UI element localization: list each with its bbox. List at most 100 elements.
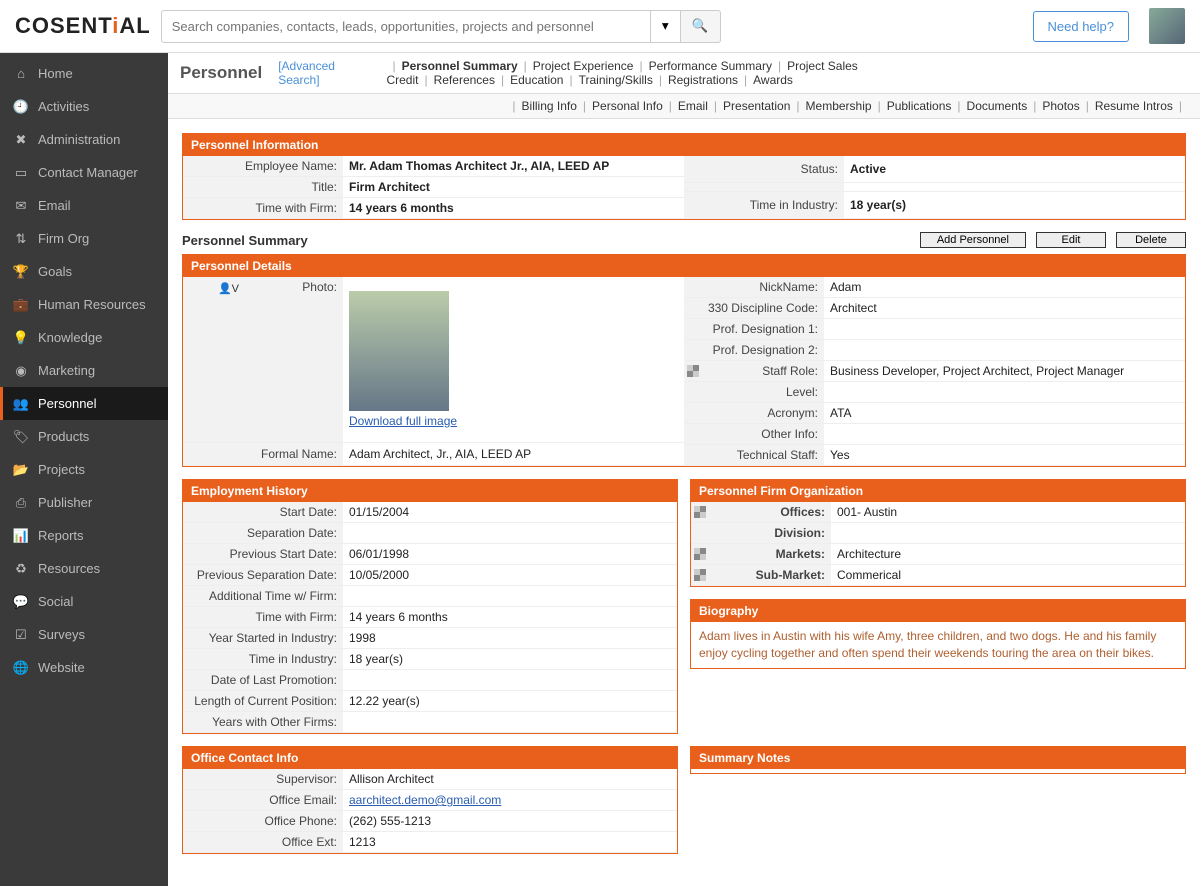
tab-performance-summary[interactable]: Performance Summary [649, 59, 772, 73]
user-avatar[interactable] [1149, 8, 1185, 44]
field-value [343, 586, 677, 607]
nav-icon: 🕘 [14, 100, 28, 114]
sidebar-item-activities[interactable]: 🕘Activities [0, 90, 168, 123]
tab-education[interactable]: Education [510, 73, 563, 87]
nav-icon: 🏆 [14, 265, 28, 279]
search-button[interactable]: 🔍 [681, 10, 721, 43]
field-value: 06/01/1998 [343, 544, 677, 565]
tab-photos[interactable]: Photos [1042, 99, 1079, 113]
field-value [343, 523, 677, 544]
tab-publications[interactable]: Publications [887, 99, 952, 113]
field-label: Start Date: [183, 502, 343, 523]
field-label: Office Phone: [183, 811, 343, 832]
tab-membership[interactable]: Membership [806, 99, 872, 113]
sidebar-item-reports[interactable]: 📊Reports [0, 519, 168, 552]
field-label: Supervisor: [183, 769, 343, 790]
grid-icon[interactable] [694, 548, 706, 560]
sidebar-item-human-resources[interactable]: 💼Human Resources [0, 288, 168, 321]
sidebar-item-projects[interactable]: 📂Projects [0, 453, 168, 486]
value-nickname: Adam [824, 277, 1185, 298]
sidebar-item-resources[interactable]: ♻Resources [0, 552, 168, 585]
sidebar-item-personnel[interactable]: 👥Personnel [0, 387, 168, 420]
panel-personnel-information: Personnel Information Employee Name:Mr. … [182, 133, 1186, 220]
nav-icon: ▭ [14, 166, 28, 180]
panel-heading: Employment History [183, 480, 677, 502]
grid-icon[interactable] [687, 365, 699, 377]
sidebar-item-marketing[interactable]: ◉Marketing [0, 354, 168, 387]
sidebar-item-social[interactable]: 💬Social [0, 585, 168, 618]
nav-icon: ♻ [14, 562, 28, 576]
tab-registrations[interactable]: Registrations [668, 73, 738, 87]
sidebar-item-knowledge[interactable]: 💡Knowledge [0, 321, 168, 354]
field-label: Year Started in Industry: [183, 628, 343, 649]
sidebar-item-label: Home [38, 66, 73, 81]
label-formal-name: Formal Name: [183, 442, 343, 465]
add-personnel-button[interactable]: Add Personnel [920, 232, 1026, 248]
delete-button[interactable]: Delete [1116, 232, 1186, 248]
sidebar-item-label: Contact Manager [38, 165, 138, 180]
nav-icon: 📊 [14, 529, 28, 543]
need-help-button[interactable]: Need help? [1033, 11, 1130, 42]
label-time-in-industry: Time in Industry: [684, 191, 844, 218]
field-value: (262) 555-1213 [343, 811, 677, 832]
field-label: Office Email: [183, 790, 343, 811]
panel-heading: Biography [691, 600, 1185, 622]
value-time-in-industry: 18 year(s) [850, 198, 906, 212]
tab-presentation[interactable]: Presentation [723, 99, 790, 113]
vcard-icon[interactable]: 👤V [216, 280, 241, 297]
sidebar-item-contact-manager[interactable]: ▭ Contact Manager [0, 156, 168, 189]
sidebar-item-administration[interactable]: ✖Administration [0, 123, 168, 156]
sidebar-item-email[interactable]: ✉Email [0, 189, 168, 222]
search-dropdown-caret[interactable]: ▾ [651, 10, 681, 43]
tab-personal-info[interactable]: Personal Info [592, 99, 663, 113]
tab-project-experience[interactable]: Project Experience [533, 59, 634, 73]
tab-billing-info[interactable]: Billing Info [522, 99, 577, 113]
panel-heading: Summary Notes [691, 747, 1185, 769]
sidebar-item-publisher[interactable]: ⎙ Publisher [0, 486, 168, 519]
panel-firm-organization: Personnel Firm Organization Offices:001-… [690, 479, 1186, 587]
tab-awards[interactable]: Awards [753, 73, 793, 87]
sidebar-item-label: Human Resources [38, 297, 146, 312]
advanced-search-link[interactable]: [Advanced Search] [278, 59, 370, 87]
tab-personnel-summary[interactable]: Personnel Summary [402, 59, 518, 73]
edit-button[interactable]: Edit [1036, 232, 1106, 248]
field-value: Allison Architect [343, 769, 677, 790]
download-full-image-link[interactable]: Download full image [349, 414, 457, 428]
tab-training-skills[interactable]: Training/Skills [579, 73, 653, 87]
tab-documents[interactable]: Documents [967, 99, 1028, 113]
sidebar-item-website[interactable]: 🌐Website [0, 651, 168, 684]
grid-icon[interactable] [694, 569, 706, 581]
field-value: 10/05/2000 [343, 565, 677, 586]
panel-heading: Personnel Firm Organization [691, 480, 1185, 502]
nav-icon: ☑ [14, 628, 28, 642]
sidebar-item-goals[interactable]: 🏆Goals [0, 255, 168, 288]
sidebar-item-label: Website [38, 660, 85, 675]
label-acronym: Acronym: [684, 403, 824, 424]
tabs-primary: |Personnel Summary|Project Experience|Pe… [386, 59, 1188, 87]
field-value: Architecture [831, 544, 1185, 565]
tab-references[interactable]: References [434, 73, 495, 87]
sidebar-item-surveys[interactable]: ☑Surveys [0, 618, 168, 651]
sidebar-item-products[interactable]: 🏷Products [0, 420, 168, 453]
sidebar-nav: ⌂Home🕘Activities✖Administration ▭ Contact … [0, 53, 168, 886]
sidebar-item-label: Marketing [38, 363, 95, 378]
sidebar-item-label: Publisher [38, 495, 92, 510]
value-staff-role: Business Developer, Project Architect, P… [824, 361, 1185, 382]
sidebar-item-firm-org[interactable]: ⇅Firm Org [0, 222, 168, 255]
global-search-input[interactable] [161, 10, 651, 43]
tab-resume-intros[interactable]: Resume Intros [1095, 99, 1173, 113]
nav-icon: 👥 [14, 397, 28, 411]
field-label: Office Ext: [183, 832, 343, 853]
label-prof-designation-1: Prof. Designation 1: [684, 319, 824, 340]
panel-heading: Personnel Details [183, 255, 1185, 277]
field-label: Separation Date: [183, 523, 343, 544]
field-value: 1998 [343, 628, 677, 649]
email-link[interactable]: aarchitect.demo@gmail.com [349, 793, 501, 807]
tab-email[interactable]: Email [678, 99, 708, 113]
field-label: Time with Firm: [183, 607, 343, 628]
nav-icon: 💡 [14, 331, 28, 345]
grid-icon[interactable] [694, 506, 706, 518]
nav-icon: ⎙ [14, 496, 28, 510]
field-label: Length of Current Position: [183, 691, 343, 712]
sidebar-item-home[interactable]: ⌂Home [0, 57, 168, 90]
